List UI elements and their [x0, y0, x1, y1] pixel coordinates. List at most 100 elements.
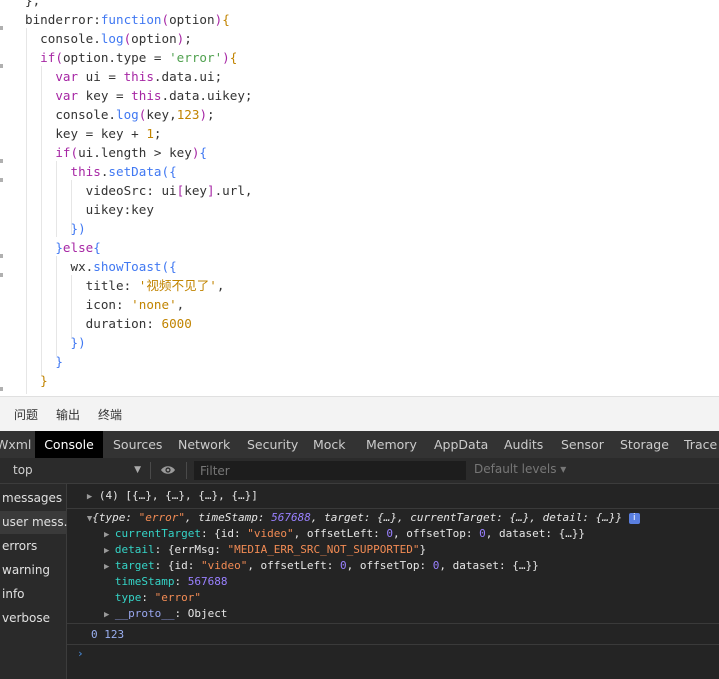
sidebar-item-user-messages[interactable]: user mess... — [0, 511, 67, 534]
tab-appdata[interactable]: AppData — [434, 431, 488, 458]
fold-marker[interactable] — [0, 273, 3, 277]
toolbar-divider — [186, 462, 187, 479]
tab-problems[interactable]: 问题 — [14, 406, 38, 423]
fold-marker[interactable] — [0, 159, 3, 163]
code-line[interactable]: key = key + 1; — [25, 124, 162, 143]
sidebar-item-errors[interactable]: errors — [0, 535, 67, 558]
object-property-row[interactable]: ▶ target: {id: "video", offsetLeft: 0, o… — [104, 558, 714, 574]
tab-sensor[interactable]: Sensor — [561, 431, 604, 458]
code-line[interactable]: wx.showToast({ — [25, 257, 176, 276]
console-output[interactable]: ▶ (4) [{…}, {…}, {…}, {…}] ▼{type: "erro… — [67, 484, 719, 679]
expand-arrow-icon[interactable]: ▶ — [104, 562, 115, 572]
code-line[interactable]: } — [25, 371, 48, 390]
toolbar-divider — [150, 462, 151, 479]
code-token: .data.uikey; — [161, 88, 253, 103]
property-token: : Object — [174, 607, 228, 620]
code-token: , — [216, 278, 225, 293]
code-line[interactable]: var ui = this.data.ui; — [25, 67, 222, 86]
tab-security[interactable]: Security — [247, 431, 298, 458]
console-message[interactable]: ▼{type: "error", timeStamp: 567688, targ… — [67, 510, 719, 526]
console-message[interactable]: ▶ (4) [{…}, {…}, {…}, {…}] — [67, 488, 719, 504]
expand-arrow-icon[interactable]: ▶ — [104, 530, 115, 540]
tab-memory[interactable]: Memory — [366, 431, 417, 458]
fold-marker[interactable] — [0, 254, 3, 258]
code-token: 1 — [146, 126, 154, 141]
code-token: videoSrc: ui — [25, 183, 177, 198]
code-line[interactable]: }) — [25, 333, 85, 352]
code-line[interactable]: title: '视频不见了', — [25, 276, 225, 295]
code-line[interactable]: if(option.type = 'error'){ — [25, 48, 237, 67]
code-line[interactable]: icon: 'none', — [25, 295, 185, 314]
code-token: { — [199, 145, 208, 160]
sidebar-item-warning[interactable]: warning — [0, 559, 67, 582]
filter-input[interactable] — [194, 461, 466, 480]
property-token: , dataset: {…}} — [485, 527, 586, 540]
code-token: ; — [153, 126, 162, 141]
tab-storage[interactable]: Storage — [620, 431, 669, 458]
code-line[interactable]: duration: 6000 — [25, 314, 192, 333]
code-token: icon: — [25, 297, 132, 312]
code-token: ] — [207, 183, 215, 198]
code-line[interactable]: console.log(option); — [25, 29, 192, 48]
tab-mock[interactable]: Mock — [313, 431, 346, 458]
code-line[interactable]: }) — [25, 219, 86, 238]
code-line[interactable]: binderror:function(option){ — [25, 10, 230, 29]
code-token: { — [93, 240, 101, 255]
fold-marker[interactable] — [0, 178, 3, 182]
code-line[interactable]: this.setData({ — [25, 162, 176, 181]
code-line[interactable]: } — [25, 352, 63, 371]
code-line[interactable]: }else{ — [25, 238, 101, 257]
tab-trace[interactable]: Trace — [684, 431, 717, 458]
message-divider — [67, 644, 719, 645]
property-token: , dataset: {…}} — [439, 559, 539, 572]
tab-audits[interactable]: Audits — [504, 431, 543, 458]
object-property-row[interactable]: type: "error" — [104, 590, 714, 606]
console-prompt[interactable]: › — [77, 646, 677, 662]
tab-terminal[interactable]: 终端 — [98, 406, 122, 423]
object-property-row[interactable]: timeStamp: 567688 — [104, 574, 714, 590]
property-token: : — [174, 575, 188, 588]
fold-marker[interactable] — [0, 26, 3, 30]
code-line[interactable]: if(ui.length > key){ — [25, 143, 207, 162]
property-token: } — [419, 543, 427, 556]
sidebar-item-verbose[interactable]: verbose — [0, 607, 67, 630]
property-token: "video" — [200, 559, 248, 572]
context-value: top — [13, 463, 33, 477]
code-token: this — [25, 164, 101, 179]
sidebar-item-messages[interactable]: messages — [0, 487, 67, 510]
code-token: ui.length > key — [78, 145, 192, 160]
tab-console[interactable]: Console — [35, 431, 103, 458]
expand-arrow-icon[interactable]: ▶ — [104, 546, 115, 556]
code-token: duration: — [25, 316, 162, 331]
code-token: if — [25, 145, 71, 160]
sidebar-item-info[interactable]: info — [0, 583, 67, 606]
fold-marker[interactable] — [0, 387, 3, 391]
code-line[interactable]: var key = this.data.uikey; — [25, 86, 253, 105]
code-line[interactable]: uikey:key — [25, 200, 154, 219]
info-icon[interactable]: i — [628, 512, 640, 524]
tab-output[interactable]: 输出 — [56, 406, 80, 423]
code-token: }) — [25, 221, 86, 236]
eye-icon[interactable] — [160, 464, 176, 476]
object-property-row[interactable]: ▶ currentTarget: {id: "video", offsetLef… — [104, 526, 714, 542]
code-token: { — [229, 50, 238, 65]
fold-marker[interactable] — [0, 64, 3, 68]
code-line[interactable]: }, — [25, 0, 40, 10]
code-token: } — [25, 240, 63, 255]
tab-wxml[interactable]: Wxml — [0, 431, 34, 458]
log-levels-dropdown[interactable]: Default levels ▾ — [474, 462, 566, 476]
property-token: detail — [114, 543, 155, 556]
expand-arrow-icon[interactable]: ▶ — [104, 610, 115, 620]
code-token: } — [25, 373, 48, 388]
code-editor[interactable]: }, binderror:function(option){ console.lo… — [0, 0, 719, 396]
code-token: else — [62, 240, 94, 255]
tab-sources[interactable]: Sources — [113, 431, 162, 458]
object-property-row[interactable]: ▶ detail: {errMsg: "MEDIA_ERR_SRC_NOT_SU… — [104, 542, 714, 558]
code-line[interactable]: console.log(key,123); — [25, 105, 214, 124]
expand-arrow-icon[interactable]: ▶ — [87, 492, 92, 502]
object-property-row[interactable]: ▶ __proto__: Object — [104, 606, 714, 622]
tab-network[interactable]: Network — [178, 431, 230, 458]
context-selector[interactable]: top ▼ — [5, 461, 145, 480]
code-token: showToast — [93, 259, 162, 274]
code-line[interactable]: videoSrc: ui[key].url, — [25, 181, 253, 200]
